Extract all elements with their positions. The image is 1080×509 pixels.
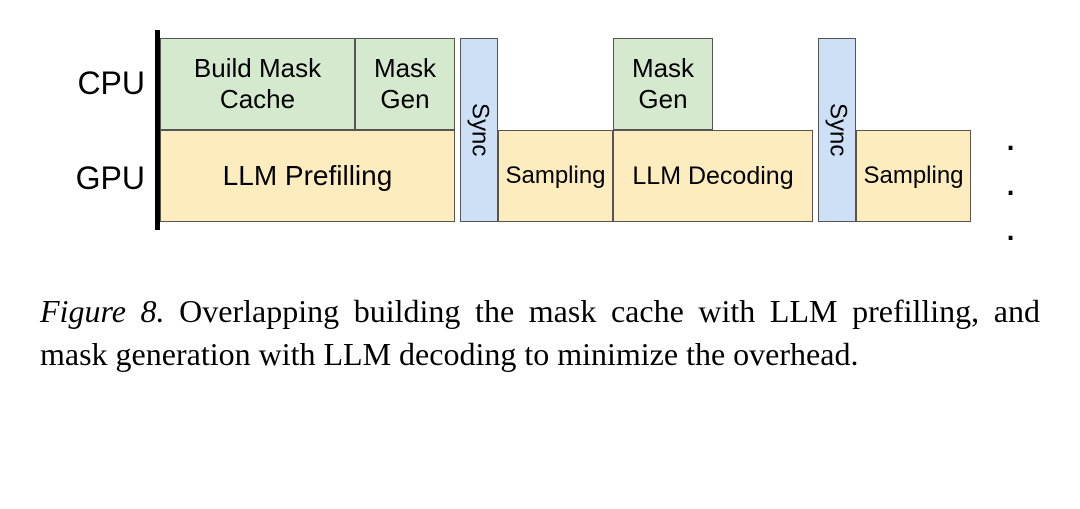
caption-text: Overlapping building the mask cache with… [40, 293, 1040, 372]
timeline-area: Build Mask Cache Mask Gen LLM Prefilling… [155, 30, 1025, 230]
gpu-row-label: GPU [40, 160, 145, 197]
timeline-diagram: CPU GPU Build Mask Cache Mask Gen LLM Pr… [40, 30, 1040, 240]
llm-prefilling-block: LLM Prefilling [160, 130, 455, 222]
build-mask-cache-block: Build Mask Cache [160, 38, 355, 130]
cpu-row-label: CPU [40, 65, 145, 102]
sync-block-1: Sync [460, 38, 498, 222]
mask-gen-block-1: Mask Gen [355, 38, 455, 130]
figure-label: Figure 8. [40, 293, 165, 329]
mask-gen-block-2: Mask Gen [613, 38, 713, 130]
figure-caption: Figure 8. Overlapping building the mask … [40, 290, 1040, 376]
llm-decoding-block: LLM Decoding [613, 130, 813, 222]
sync-block-2: Sync [818, 38, 856, 222]
sampling-block-2: Sampling [856, 130, 971, 222]
ellipsis-icon: . . . [1005, 115, 1025, 250]
sampling-block-1: Sampling [498, 130, 613, 222]
